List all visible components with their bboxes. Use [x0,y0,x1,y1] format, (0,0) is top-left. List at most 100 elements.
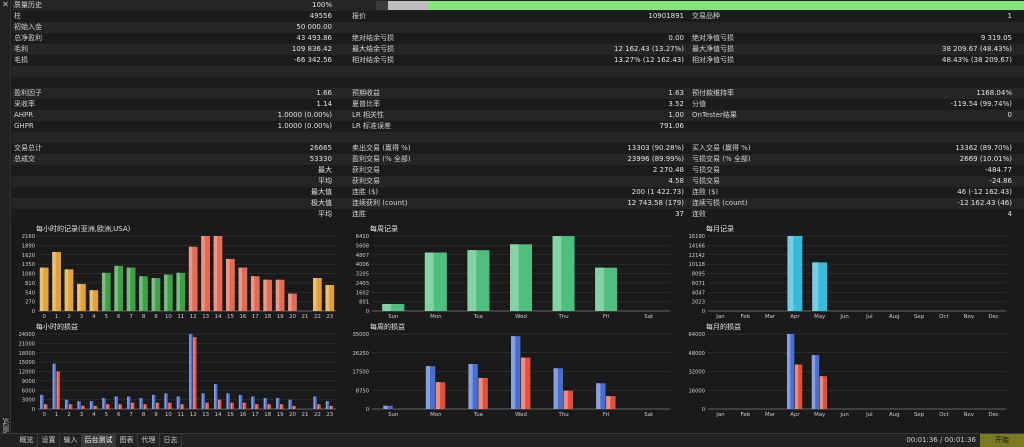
x-tick-label: 13 [202,314,209,320]
x-tick-label: 19 [277,314,284,320]
quality-bar-green [428,1,1024,10]
stats-cell-v2: 12 162.43 (13.27%) [613,45,684,53]
stats-cell-l3 [692,121,852,132]
y-tick-label: 1602 [356,290,369,296]
tab-4[interactable]: 图表 [116,434,138,447]
x-tick-label: 0 [42,314,46,320]
x-tick-label: Sun [388,412,398,418]
tab-6[interactable]: 日志 [160,434,182,447]
x-tick-label: 2 [67,412,70,418]
y-tick-label: 21000 [18,341,35,347]
bar-highlight [596,383,601,409]
stats-cell-l2: LR 相关性 [352,111,384,119]
stats-row [12,66,1024,77]
stats-cell-l1: 总净盈利 [14,34,42,42]
stats-row: 总净盈利 43 493.86 绝对结余亏损 0.00 绝对净值亏损 9 319.05 [12,33,1024,44]
bar-highlight [118,404,121,409]
y-tick-label: 3205 [356,272,369,278]
x-tick-label: Mon [430,314,441,320]
tab-5[interactable]: 代理 [138,434,160,447]
stats-cell-l3: 亏损交易 [692,166,720,174]
y-tick-label: 0 [32,309,35,315]
bar-highlight [168,402,170,409]
x-tick-label: 16 [239,412,246,418]
stats-row: 柱 49556 报价 10901891 交易品种 1 [12,11,1024,22]
bar-highlight [131,402,133,409]
x-tick-label: Sat [644,314,653,320]
stats-cell-v2: 13.27% (12 162.43) [613,56,684,64]
start-button[interactable]: 开始 [980,434,1024,447]
x-tick-label: Sun [388,314,398,320]
stats-cell-v1: 49556 [309,12,332,20]
y-tick-label: 1890 [22,243,35,249]
y-tick-label: 5608 [356,243,369,249]
tab-3[interactable]: 后台测试 [82,434,116,447]
x-tick-label: 23 [326,412,333,418]
bar-highlight [786,334,791,409]
quality-bar-gray [388,1,428,10]
stats-cell-v1: 极大值 [311,199,332,207]
stats-cell-v1: 109 836.42 [291,45,332,53]
stats-cell-l3: 亏损交易 (% 全部) [692,155,751,163]
tab-0[interactable]: 概览 [16,434,38,447]
stats-cell-l2: 相对结余亏损 [352,56,394,64]
bar-highlight [563,390,568,409]
x-tick-label: Wed [515,314,527,320]
x-tick-label: 11 [177,412,184,418]
x-tick-label: Jan [715,412,724,418]
x-tick-label: 20 [289,412,296,418]
bar-highlight [52,363,55,409]
y-tick-label: 17500 [352,370,369,376]
stats-cell-l1: 毛损 [14,56,28,64]
x-tick-label: 1 [55,314,58,320]
stats-row [12,132,1024,143]
x-tick-label: 15 [227,412,234,418]
y-tick-label: 32000 [688,370,705,376]
y-tick-label: 2023 [692,300,705,306]
quality-row: 质量历史 100% [12,0,1024,11]
chart-title: 每月的损益 [706,322,741,331]
x-tick-label: Sep [914,314,925,320]
x-tick-label: Mar [765,314,776,320]
stats-cell-v1 [192,66,332,77]
bar-highlight [606,396,611,409]
tab-2[interactable]: 输入 [60,434,82,447]
stats-row: GHPR 1.0000 (0.00%) LR 标准误差 791.06 [12,121,1024,132]
stats-cell-l3: 预付款维持率 [692,89,734,97]
stats-cell-l1: 初始入金 [14,23,42,31]
bar-highlight [510,244,519,311]
stats-cell-v3: 1 [1007,12,1012,20]
x-tick-label: 14 [215,314,222,320]
tab-1[interactable]: 设置 [38,434,60,447]
y-tick-label: 540 [25,290,35,296]
bar-highlight [255,404,257,409]
stats-cell-v2: 1.63 [668,89,684,97]
x-tick-label: 5 [105,412,108,418]
x-tick-label: May [814,412,826,418]
stats-cell-l2 [352,66,512,77]
bar-highlight [325,284,329,311]
bar-highlight [424,252,434,311]
stats-row [12,77,1024,88]
stats-cell-v3: 46 (-12 162.43) [957,188,1012,196]
x-tick-label: 12 [190,412,197,418]
x-tick-label: 23 [326,314,333,320]
x-tick-label: 4 [92,314,96,320]
stats-cell-v3: 48.43% (38 209.67) [941,56,1012,64]
x-tick-label: Wed [515,412,527,418]
close-icon[interactable]: ✕ [1,0,10,10]
stats-cell-l3 [692,66,852,77]
bar-highlight [176,272,180,311]
stats-cell-l3: 买入交易 (赢得 %) [692,144,751,152]
y-tick-label: 0 [366,309,369,315]
y-tick-label: 4047 [692,290,705,296]
y-tick-label: 0 [366,407,369,413]
x-tick-label: 8 [142,314,146,320]
x-tick-label: May [814,314,826,320]
stats-cell-v3: -12 162.43 (46) [957,199,1012,207]
bar-highlight [552,236,562,311]
x-tick-label: 4 [92,412,96,418]
stats-cell-v2 [512,66,684,77]
bar-highlight [106,404,108,409]
stats-cell-v3 [852,22,1012,33]
